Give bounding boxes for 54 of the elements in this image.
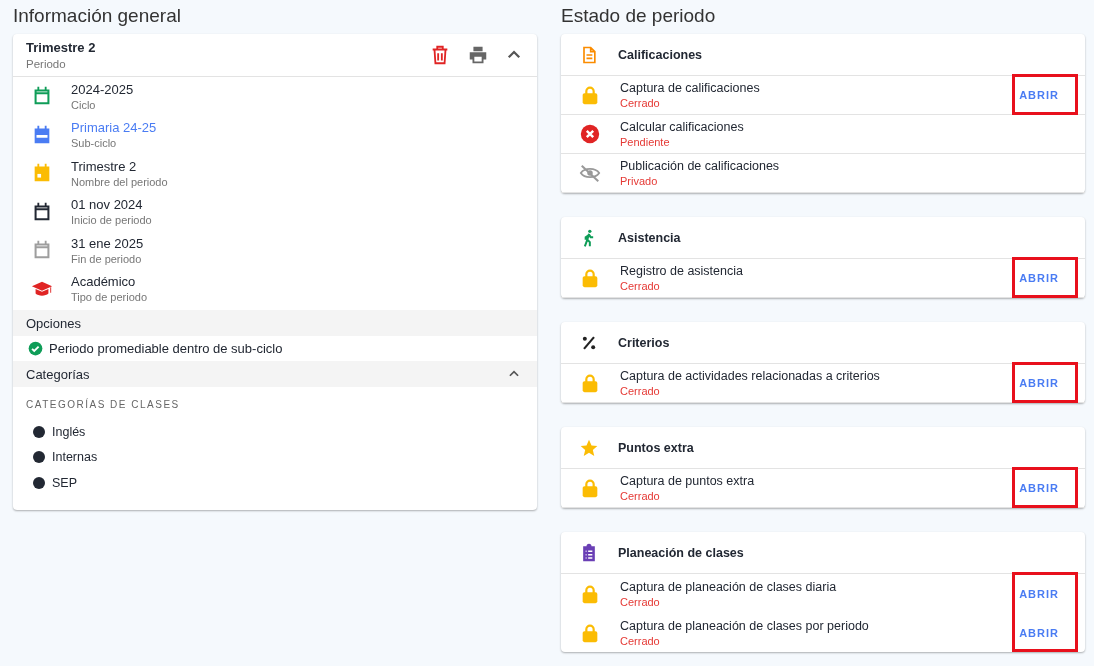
- info-label: Sub-ciclo: [71, 137, 118, 150]
- category-name: SEP: [52, 475, 77, 490]
- status-item-name: Captura de puntos extra: [620, 474, 756, 488]
- category-name: Internas: [52, 450, 98, 465]
- open-button[interactable]: ABRIR: [1007, 264, 1071, 292]
- info-value: Trimestre 2: [71, 158, 138, 174]
- section-title: Estado de periodo: [561, 5, 717, 27]
- status-label: Cerrado: [620, 385, 661, 397]
- status-label: Cerrado: [620, 490, 661, 502]
- open-button[interactable]: ABRIR: [1007, 369, 1071, 397]
- open-button[interactable]: ABRIR: [1007, 81, 1071, 109]
- status-item-name: Registro de asistencia: [620, 264, 744, 278]
- section-title: Información general: [13, 5, 182, 27]
- info-value: Académico: [71, 274, 137, 290]
- status-label: Cerrado: [620, 280, 661, 292]
- card-title: Calificaciones: [618, 47, 703, 62]
- info-value: 01 nov 2024: [71, 197, 144, 213]
- status-label: Cerrado: [620, 634, 661, 647]
- printer-icon[interactable]: [467, 44, 489, 66]
- info-label: Tipo de periodo: [71, 291, 148, 304]
- categories-subtitle: CATEGORÍAS DE CLASES: [26, 399, 181, 410]
- info-label: Ciclo: [71, 98, 97, 111]
- info-label: Fin de periodo: [71, 252, 143, 265]
- card-title: Criterios: [618, 335, 670, 350]
- status-label: Cerrado: [620, 595, 661, 608]
- status-label: Pendiente: [620, 136, 671, 148]
- options-header: Opciones: [13, 310, 537, 336]
- info-value: 2024-2025: [71, 81, 134, 97]
- status-item-name: Captura de actividades relacionadas a criterios: [620, 369, 881, 383]
- info-label: Nombre del periodo: [71, 175, 168, 188]
- error-icon: [579, 123, 601, 145]
- open-button[interactable]: ABRIR: [1007, 474, 1071, 502]
- status-item-name: Calcular calificaciones: [620, 120, 745, 134]
- open-button[interactable]: ABRIR: [1007, 579, 1071, 608]
- status-item-name: Captura de planeación de clases diaria: [620, 579, 838, 594]
- categories-header[interactable]: Categorías: [13, 361, 537, 387]
- status-item-name: Captura de planeación de clases por periodo: [620, 618, 870, 633]
- status-item-name: Captura de calificaciones: [620, 81, 761, 95]
- category-name: Inglés: [52, 424, 86, 439]
- status-label: Cerrado: [620, 97, 661, 109]
- period-label: Periodo: [26, 58, 67, 70]
- status-label: Privado: [620, 175, 659, 187]
- categories-title: Categorías: [26, 366, 90, 382]
- eye-off-icon: [579, 162, 601, 184]
- info-label: Inicio de periodo: [71, 214, 152, 227]
- card-title: Puntos extra: [618, 440, 694, 455]
- period-name: Trimestre 2: [26, 40, 97, 55]
- status-item-name: Publicación de calificaciones: [620, 159, 781, 173]
- option-label: Periodo promediable dentro de sub-ciclo: [49, 341, 283, 356]
- open-button[interactable]: ABRIR: [1007, 618, 1071, 647]
- card-title: Planeación de clases: [618, 545, 744, 560]
- info-value: 31 ene 2025: [71, 235, 144, 251]
- sub-cycle-link[interactable]: Primaria 24-25: [71, 120, 157, 136]
- card-title: Asistencia: [618, 230, 681, 245]
